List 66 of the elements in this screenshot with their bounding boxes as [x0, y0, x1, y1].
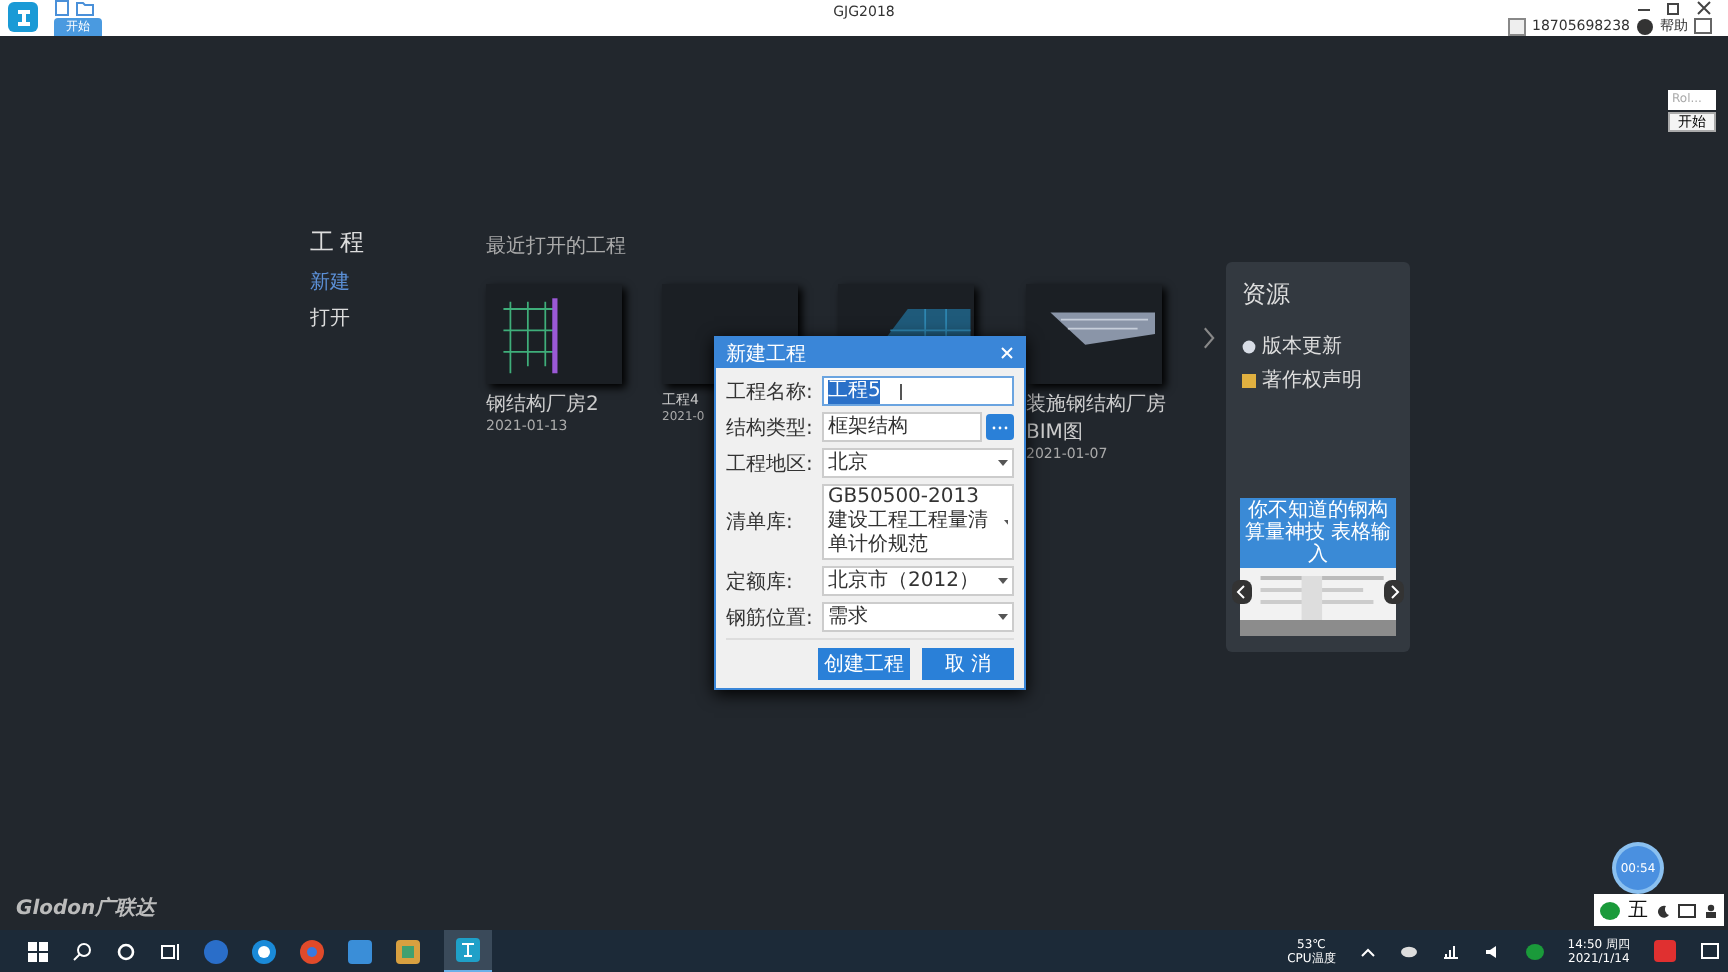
document-icon[interactable]	[54, 0, 70, 16]
folder-icon[interactable]	[76, 0, 94, 16]
keyboard-icon[interactable]	[1678, 903, 1696, 917]
banner-heading[interactable]: 你不知道的钢构算量神技 表格输入	[1240, 498, 1396, 568]
project-name[interactable]: 装施钢结构厂房BIM图	[1026, 390, 1178, 446]
certificate-icon	[1242, 373, 1256, 387]
speaker-icon[interactable]	[1483, 943, 1502, 959]
input-field[interactable]: 工程5	[822, 376, 1014, 406]
task-view-icon[interactable]	[160, 941, 180, 961]
notification-icon[interactable]	[1700, 941, 1720, 961]
app-icon[interactable]	[348, 939, 372, 963]
windows-start-icon[interactable]	[28, 941, 48, 961]
panel-icon[interactable]	[1694, 18, 1712, 34]
browser-icon[interactable]	[252, 939, 276, 963]
dropdown[interactable]: 北京	[822, 448, 1014, 478]
dropdown[interactable]: 北京市（2012）	[822, 566, 1014, 596]
panel-title: 资源	[1242, 278, 1290, 312]
sidebar-item[interactable]: 新建	[310, 268, 350, 296]
project-name[interactable]: 钢结构厂房2	[486, 390, 638, 418]
resource-link[interactable]: 著作权声明	[1262, 366, 1362, 394]
search-icon[interactable]	[72, 941, 92, 961]
dropdown[interactable]: GB50500-2013 建设工程工程量清单计价规范	[822, 484, 1014, 560]
app-icon[interactable]	[204, 939, 228, 963]
chevron-left-icon[interactable]	[1232, 580, 1252, 604]
field-label: 工程名称:	[726, 379, 815, 405]
app-icon[interactable]	[396, 939, 420, 963]
caret-icon	[998, 578, 1008, 584]
input-field[interactable]: 框架结构	[822, 412, 982, 442]
dropdown[interactable]: 需求	[822, 602, 1014, 632]
dialog-title: 新建工程	[726, 341, 806, 367]
browse-button[interactable]	[986, 414, 1014, 440]
resource-link[interactable]: 版本更新	[1262, 332, 1342, 360]
section-title: 工程	[310, 226, 372, 260]
field-label: 清单库:	[726, 509, 795, 536]
app-icon	[456, 937, 480, 961]
brand-logo: Glodon广联达	[16, 895, 156, 922]
close-icon[interactable]	[1696, 0, 1712, 16]
moon-icon[interactable]	[1656, 903, 1670, 917]
network-icon[interactable]	[1441, 943, 1460, 959]
cancel-button[interactable]: 取 消	[922, 648, 1014, 680]
app-logo-icon[interactable]	[8, 2, 38, 32]
avatar-icon[interactable]	[1636, 17, 1654, 35]
recent-title: 最近打开的工程	[486, 233, 628, 260]
notification-app-icon[interactable]	[1654, 940, 1676, 962]
user-avatar-icon[interactable]	[1508, 17, 1526, 35]
field-label: 结构类型:	[726, 415, 815, 441]
ime-mode[interactable]: 五	[1628, 896, 1648, 924]
caret-icon	[998, 460, 1008, 466]
ime-logo-icon	[1600, 901, 1620, 919]
field-label: 工程地区:	[726, 451, 815, 477]
chevron-right-icon[interactable]	[1384, 580, 1404, 604]
sidebar-item[interactable]: 打开	[310, 304, 350, 332]
ime-logo-icon[interactable]	[1525, 943, 1544, 959]
circle-icon[interactable]	[116, 941, 136, 961]
caret-icon	[1003, 519, 1008, 525]
person-icon[interactable]	[1704, 903, 1718, 917]
cloud-icon[interactable]	[1399, 944, 1418, 958]
ime-toolbar[interactable]: 五	[1594, 894, 1724, 926]
caret-icon	[998, 614, 1008, 620]
field-label: 定额库:	[726, 569, 795, 595]
globe-icon	[1242, 339, 1256, 353]
create-button[interactable]: 创建工程	[818, 648, 910, 680]
taskbar-app-button[interactable]	[444, 929, 492, 972]
field-label: 钢筋位置:	[726, 605, 815, 631]
chevron-up-icon[interactable]	[1359, 945, 1376, 957]
restore-icon[interactable]	[1666, 0, 1682, 16]
